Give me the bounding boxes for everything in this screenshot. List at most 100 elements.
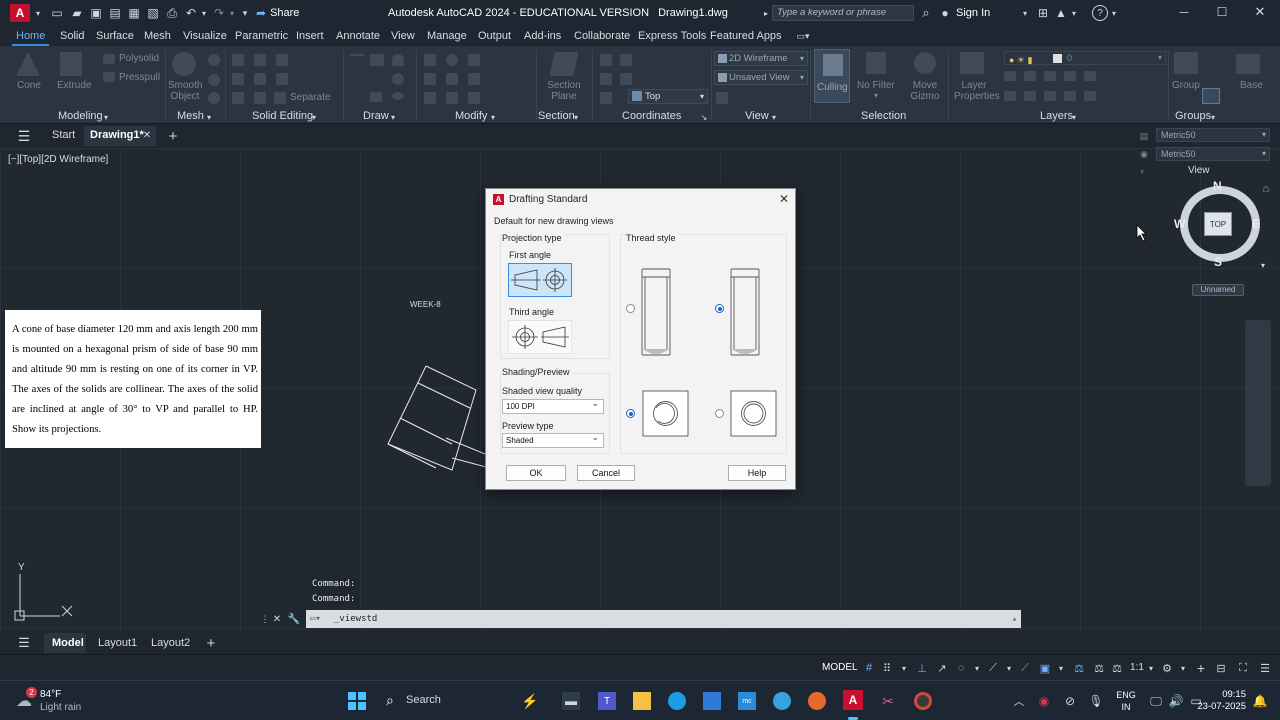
cancel-button[interactable]: Cancel	[577, 465, 635, 481]
add-tab-icon[interactable]: +	[165, 128, 181, 145]
object-snap-tracking-icon[interactable]: ⟋	[986, 661, 1000, 675]
notification-center-icon[interactable]: 🔔	[1252, 693, 1268, 709]
lineweight-icon[interactable]: ⟋	[1018, 661, 1032, 675]
shaded-view-quality-select[interactable]: 100 DPI	[502, 397, 604, 414]
annotation-scale-icon[interactable]: ⚖	[1110, 661, 1124, 675]
trim-icon[interactable]	[468, 54, 480, 66]
web-mobile-icon[interactable]: ▦	[127, 6, 141, 20]
line-icon[interactable]	[350, 54, 364, 56]
chevron-down-icon[interactable]: ▾	[1070, 112, 1078, 122]
section-panel-label[interactable]: Section	[538, 110, 575, 122]
chevron-down-icon[interactable]: ▾	[770, 112, 778, 122]
tab-collaborate[interactable]: Collaborate	[574, 30, 630, 42]
hamburger-menu-icon[interactable]: ☰	[16, 635, 32, 651]
separate-icon[interactable]	[274, 92, 286, 104]
close-icon[interactable]: ✕	[1252, 4, 1268, 20]
section-plane-icon[interactable]	[549, 52, 579, 76]
auto-scale-icon[interactable]: ⚖	[1092, 661, 1106, 675]
ortho-icon[interactable]: ⊥	[915, 661, 929, 675]
autocad-logo-icon[interactable]: A	[10, 4, 30, 22]
chevron-down-icon[interactable]: ▾	[1070, 7, 1078, 19]
snap-icon[interactable]: ⠿	[880, 661, 894, 675]
layer-tool-icon[interactable]	[1004, 71, 1016, 81]
add-layout-icon[interactable]: +	[203, 635, 219, 652]
maximize-icon[interactable]: ☐	[1214, 4, 1230, 20]
share-button[interactable]: ➦ Share	[256, 6, 299, 20]
network-icon[interactable]: 🖵	[1148, 693, 1164, 709]
chevron-down-icon[interactable]: ▾	[1209, 112, 1217, 122]
union-icon[interactable]	[232, 54, 244, 66]
polar-tracking-icon[interactable]: ↗	[935, 661, 949, 675]
microphone-icon[interactable]: 🎙	[1088, 693, 1104, 709]
chevron-down-icon[interactable]: ▾	[310, 112, 318, 122]
mesh-tool-icon[interactable]	[208, 54, 220, 66]
compass-south[interactable]: S	[1214, 255, 1222, 269]
chevron-down-icon[interactable]: ▾	[489, 112, 497, 122]
layer-tool-icon[interactable]	[1044, 91, 1056, 101]
multileader-style-select[interactable]: Metric50 ▾	[1156, 147, 1270, 161]
layer-tool-icon[interactable]	[1004, 91, 1016, 101]
chevron-down-icon[interactable]: ▾	[1144, 661, 1158, 675]
third-angle-option[interactable]	[508, 320, 572, 354]
smooth-object-icon[interactable]	[172, 52, 196, 76]
coordinates-panel-label[interactable]: Coordinates	[622, 110, 681, 122]
thicken-icon[interactable]	[232, 92, 244, 104]
help-button[interactable]: Help	[728, 465, 786, 481]
first-angle-option[interactable]	[508, 263, 572, 297]
tab-start[interactable]: Start	[52, 129, 75, 141]
chevron-down-icon[interactable]: ▾	[872, 90, 880, 100]
cone-icon[interactable]	[16, 52, 40, 76]
base-label[interactable]: Base	[1240, 80, 1263, 91]
annotation-style-select[interactable]: Metric50 ▾	[1156, 128, 1270, 142]
user-icon[interactable]: ●	[938, 5, 952, 21]
layer-tool-icon[interactable]	[1064, 71, 1076, 81]
fullscreen-icon[interactable]: ⛶	[1236, 661, 1250, 675]
ucs-icon[interactable]	[620, 54, 632, 66]
compass-west[interactable]: W	[1174, 217, 1185, 231]
undo-icon[interactable]: ↶	[184, 6, 198, 20]
presspull-label[interactable]: Presspull	[119, 72, 160, 83]
thread-style-radio-1[interactable]	[626, 304, 635, 313]
cart-icon[interactable]: ⊞	[1036, 5, 1050, 21]
mesh-panel-label[interactable]: Mesh	[177, 110, 204, 122]
customization-icon[interactable]: ☰	[1258, 661, 1272, 675]
tab-model[interactable]: Model	[52, 637, 84, 649]
chevron-down-icon[interactable]: ▾	[1110, 7, 1118, 19]
firefox-icon[interactable]	[808, 692, 826, 710]
named-view-select[interactable]: Unsaved View ▾	[714, 70, 808, 85]
teams-icon[interactable]: T	[598, 692, 616, 710]
chevron-down-icon[interactable]: ▾	[33, 7, 43, 19]
circle-icon[interactable]	[392, 73, 404, 85]
pin-icon[interactable]: ▫	[1138, 166, 1146, 176]
drawn-geometry[interactable]	[380, 358, 490, 473]
culling-button[interactable]: Culling	[814, 49, 850, 103]
wrench-icon[interactable]: 🔧	[287, 612, 301, 626]
open-folder-icon[interactable]: ▰	[70, 6, 84, 20]
polysolid-icon[interactable]	[103, 54, 115, 64]
thread-style-radio-4[interactable]	[715, 409, 724, 418]
tab-layout1[interactable]: Layout1	[98, 637, 137, 649]
close-icon[interactable]: ✕	[779, 192, 789, 206]
rotate-icon[interactable]	[446, 54, 458, 66]
tab-express-tools[interactable]: Express Tools	[638, 30, 706, 42]
ellipse-icon[interactable]	[392, 92, 404, 100]
tab-drawing1-label[interactable]: Drawing1*	[90, 129, 144, 141]
fillet-edge-icon[interactable]	[232, 73, 244, 85]
chevron-down-icon[interactable]: ▾	[102, 112, 110, 122]
navigation-bar[interactable]	[1245, 320, 1271, 486]
group-label[interactable]: Group	[1172, 80, 1200, 91]
help-icon[interactable]: ?	[1092, 5, 1108, 21]
smooth-object-label[interactable]: Smooth Object	[168, 80, 202, 102]
draw-panel-label[interactable]: Draw	[363, 110, 389, 122]
modify-panel-label[interactable]: Modify	[455, 110, 487, 122]
vpn-tray-icon[interactable]: ⊘	[1062, 693, 1078, 709]
mesh-tool-icon[interactable]	[208, 74, 220, 86]
array-icon[interactable]	[468, 92, 480, 104]
edge-icon[interactable]	[668, 692, 686, 710]
mcafee-icon[interactable]: mc	[738, 692, 756, 710]
autocad-taskbar-icon[interactable]: A	[843, 690, 863, 710]
tab-annotate[interactable]: Annotate	[336, 30, 380, 42]
viewcube-top-face[interactable]: TOP	[1204, 212, 1232, 236]
compass-north[interactable]: N	[1213, 179, 1222, 193]
add-icon[interactable]: +	[1194, 660, 1208, 676]
